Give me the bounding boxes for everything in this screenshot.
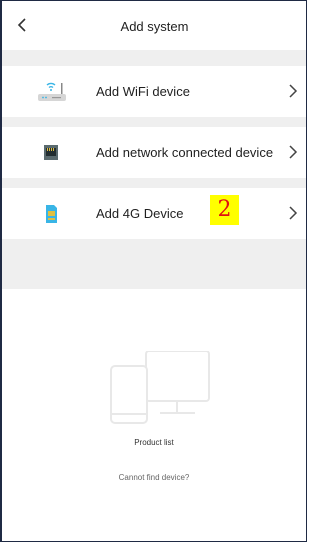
product-list-label: Product list (134, 438, 174, 447)
router-icon (38, 82, 66, 101)
add-wifi-device-row[interactable]: Add WiFi device (2, 66, 306, 117)
add-4g-device-row[interactable]: Add 4G Device (2, 188, 306, 239)
app-screen: Add system Add WiFi device Add network c… (0, 0, 307, 542)
page-title: Add system (120, 19, 189, 34)
chevron-right-icon (289, 206, 298, 220)
step-badge: 2 (210, 195, 239, 225)
chevron-right-icon (289, 84, 298, 98)
add-network-device-row[interactable]: Add network connected device (2, 127, 306, 178)
row-label: Add WiFi device (96, 84, 190, 99)
sim-card-icon (46, 205, 57, 223)
section-divider (2, 178, 306, 188)
chevron-right-icon (289, 145, 298, 159)
section-divider (2, 239, 306, 289)
section-divider (2, 50, 306, 66)
section-divider (2, 117, 306, 127)
row-label: Add 4G Device (96, 206, 184, 221)
header: Add system (2, 1, 306, 50)
ethernet-port-icon (44, 145, 58, 160)
devices-icon (110, 351, 210, 424)
row-label: Add network connected device (96, 145, 274, 160)
cannot-find-device-link[interactable]: Cannot find device? (2, 473, 306, 482)
